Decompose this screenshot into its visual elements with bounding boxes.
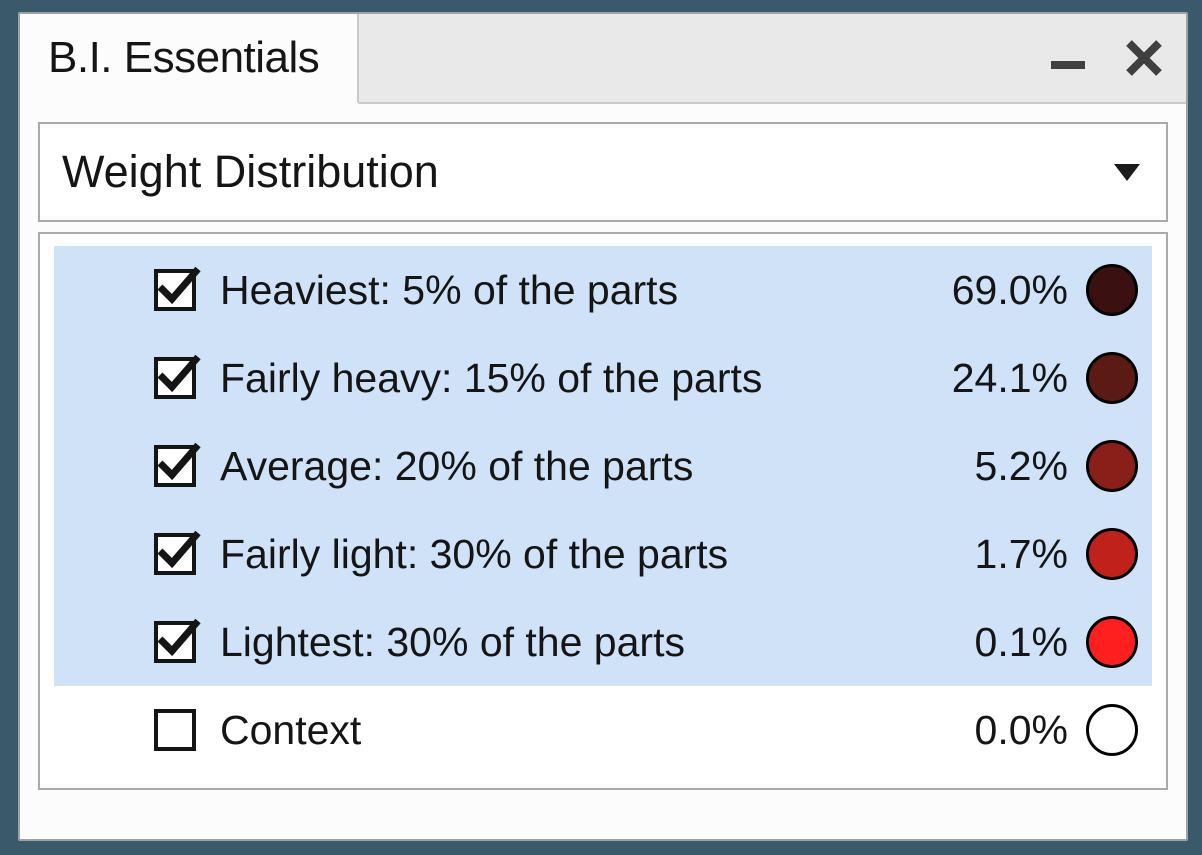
list-item[interactable]: Context 0.0%: [54, 686, 1152, 774]
title-controls: [1044, 14, 1168, 102]
list-item-label: Lightest: 30% of the parts: [220, 619, 685, 666]
color-swatch: [1086, 264, 1138, 316]
list-item-label: Fairly light: 30% of the parts: [220, 531, 728, 578]
distribution-list: Heaviest: 5% of the parts 69.0% Fairly h…: [38, 232, 1168, 790]
list-item[interactable]: Fairly light: 30% of the parts 1.7%: [54, 510, 1152, 598]
color-swatch: [1086, 440, 1138, 492]
list-item-percent: 69.0%: [938, 267, 1068, 314]
panel-title: B.I. Essentials: [48, 33, 319, 83]
checkbox[interactable]: [154, 533, 196, 575]
list-item[interactable]: Fairly heavy: 15% of the parts 24.1%: [54, 334, 1152, 422]
checkbox[interactable]: [154, 269, 196, 311]
color-swatch: [1086, 352, 1138, 404]
checkbox[interactable]: [154, 709, 196, 751]
close-icon: [1121, 35, 1167, 81]
chevron-down-icon: [1114, 164, 1140, 181]
list-item-label: Context: [220, 707, 361, 754]
list-item[interactable]: Heaviest: 5% of the parts 69.0%: [54, 246, 1152, 334]
dropdown-selected-label: Weight Distribution: [62, 146, 439, 198]
list-item-percent: 1.7%: [961, 531, 1068, 578]
color-swatch: [1086, 528, 1138, 580]
panel-tab[interactable]: B.I. Essentials: [20, 14, 359, 104]
panel-content: Weight Distribution Heaviest: 5% of the …: [20, 104, 1186, 839]
titlebar: B.I. Essentials: [20, 14, 1186, 104]
list-item-percent: 0.0%: [961, 707, 1068, 754]
mode-dropdown[interactable]: Weight Distribution: [38, 122, 1168, 222]
bi-essentials-panel: B.I. Essentials Weight Distribution Heav…: [18, 12, 1188, 841]
close-button[interactable]: [1120, 34, 1168, 82]
checkbox[interactable]: [154, 445, 196, 487]
list-item-label: Heaviest: 5% of the parts: [220, 267, 678, 314]
list-item[interactable]: Average: 20% of the parts 5.2%: [54, 422, 1152, 510]
minimize-button[interactable]: [1044, 34, 1092, 82]
list-item-percent: 5.2%: [961, 443, 1068, 490]
list-item-percent: 0.1%: [961, 619, 1068, 666]
color-swatch: [1086, 704, 1138, 756]
color-swatch: [1086, 616, 1138, 668]
list-item-label: Average: 20% of the parts: [220, 443, 693, 490]
list-item-label: Fairly heavy: 15% of the parts: [220, 355, 762, 402]
checkbox[interactable]: [154, 621, 196, 663]
list-item-percent: 24.1%: [938, 355, 1068, 402]
checkbox[interactable]: [154, 357, 196, 399]
list-item[interactable]: Lightest: 30% of the parts 0.1%: [54, 598, 1152, 686]
minimize-icon: [1045, 35, 1091, 81]
